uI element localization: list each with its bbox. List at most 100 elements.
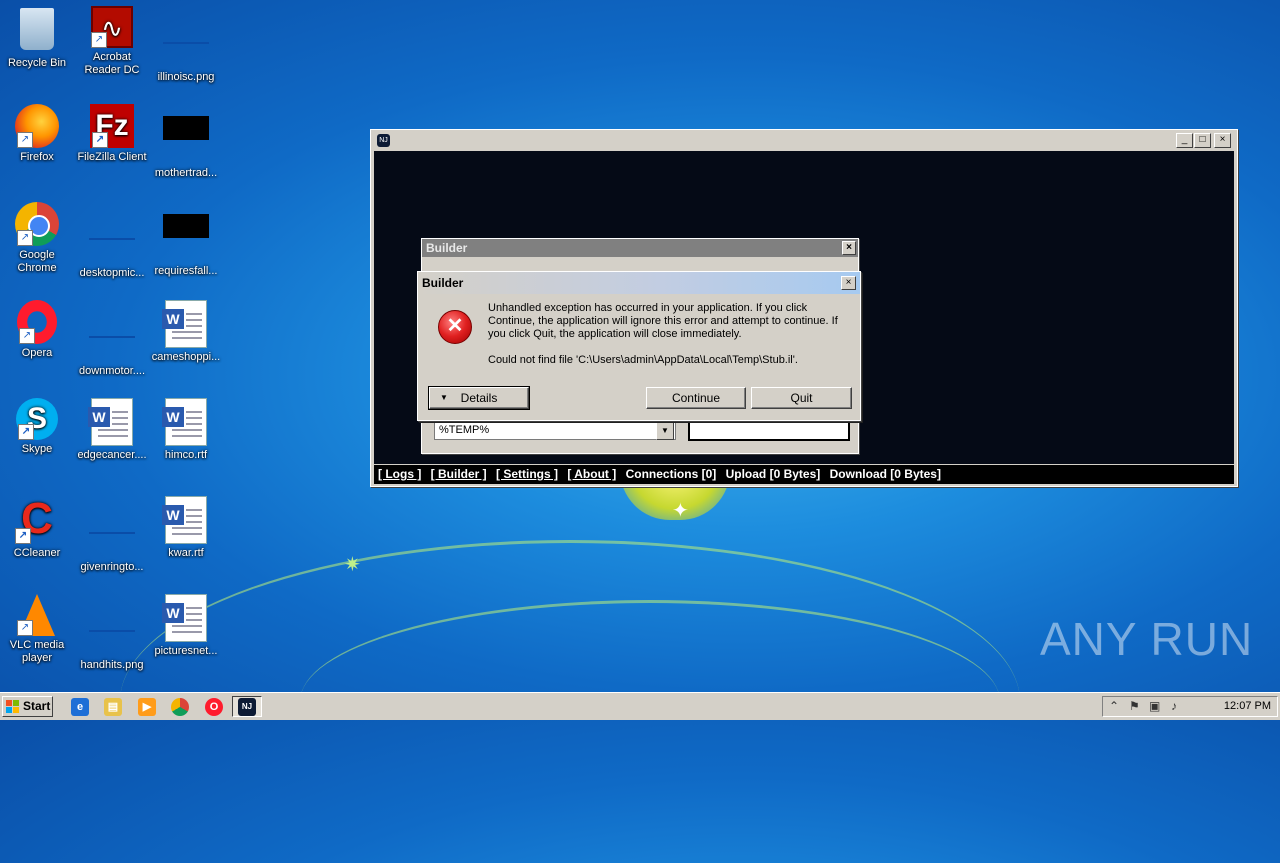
anyrun-watermark: ANY RUN [1040, 613, 1254, 665]
error-dialog-title: Builder [422, 276, 464, 290]
triangle-down-icon: ▼ [440, 393, 448, 402]
builder-close-button[interactable]: × [842, 241, 856, 255]
builder-link[interactable]: [ Builder ] [431, 467, 487, 481]
builder-window-titlebar[interactable]: Builder × [422, 239, 858, 257]
volume-icon[interactable]: ♪ [1171, 699, 1177, 713]
ccleaner-icon: C ↗ [13, 496, 61, 544]
shortcut-arrow-icon: ↗ [17, 230, 33, 246]
logs-link[interactable]: [ Logs ] [378, 467, 421, 481]
error-dialog-close-button[interactable]: × [841, 276, 856, 290]
network-icon[interactable]: ▣ [1149, 699, 1160, 713]
desktop-icon-picturesnet[interactable]: W picturesnet... [149, 594, 223, 658]
download-count: Download [0 Bytes] [829, 467, 941, 481]
desktop-icon-downmotor[interactable]: downmotor.... [75, 300, 149, 378]
system-tray: ⌃ ⚑ ▣ ♪ 12:07 PM [1102, 696, 1278, 717]
desktop-icon-recycle-bin[interactable]: Recycle Bin [0, 6, 74, 70]
firefox-icon: ↗ [15, 104, 59, 148]
media-player-icon[interactable]: ▶ [138, 698, 156, 716]
start-button[interactable]: Start [2, 696, 53, 717]
image-file-icon [88, 608, 136, 656]
app-taskbar-icon: NJ [238, 698, 256, 716]
status-bar: [ Logs ] [ Builder ] [ Settings ] [ Abou… [374, 465, 1234, 484]
desktop-icon-firefox[interactable]: ↗ Firefox [0, 104, 74, 164]
shortcut-arrow-icon: ↗ [91, 32, 107, 48]
shortcut-arrow-icon: ↗ [17, 620, 33, 636]
desktop-icon-acrobat[interactable]: ∿ ↗ Acrobat Reader DC [75, 6, 149, 77]
file-icon [88, 314, 136, 362]
shortcut-arrow-icon: ↗ [18, 424, 34, 440]
skype-icon: S ↗ [16, 398, 58, 440]
opera-icon: ↗ [17, 300, 57, 344]
show-hidden-icons-icon[interactable]: ⌃ [1109, 699, 1119, 713]
settings-link[interactable]: [ Settings ] [496, 467, 558, 481]
shortcut-arrow-icon: ↗ [17, 132, 33, 148]
about-link[interactable]: [ About ] [567, 467, 616, 481]
image-file-icon [162, 20, 210, 68]
continue-button[interactable]: Continue [646, 387, 746, 409]
word-document-icon: W [162, 496, 210, 544]
file-icon [162, 116, 210, 164]
minimize-button[interactable]: _ [1176, 133, 1193, 148]
builder-text-field[interactable] [688, 420, 850, 441]
windows-logo-icon [6, 700, 19, 713]
word-document-icon: W [88, 398, 136, 446]
image-file-icon [88, 216, 136, 264]
taskbar-app-button[interactable]: NJ [232, 696, 262, 717]
desktop-icon-edgecancer[interactable]: W edgecancer.... [75, 398, 149, 462]
shortcut-arrow-icon: ↗ [15, 528, 31, 544]
chrome-taskbar-icon[interactable] [171, 698, 189, 716]
upload-count: Upload [0 Bytes] [725, 467, 821, 481]
desktop-icon-filezilla[interactable]: Fz ↗ FileZilla Client [75, 104, 149, 164]
file-icon [162, 214, 210, 262]
internet-explorer-icon[interactable]: e [71, 698, 89, 716]
desktop-icon-opera[interactable]: ↗ Opera [0, 300, 74, 360]
desktop-icon-cameshoppi[interactable]: W cameshoppi... [149, 300, 223, 364]
desktop-icon-kwar[interactable]: W kwar.rtf [149, 496, 223, 560]
desktop-icon-desktopmic[interactable]: desktopmic... [75, 202, 149, 280]
desktop-icon-himco[interactable]: W himco.rtf [149, 398, 223, 462]
desktop-icon-handhits[interactable]: handhits.png [75, 594, 149, 672]
wallpaper-sparkle: ✷ [344, 554, 361, 576]
path-combobox[interactable]: %TEMP% ▼ [434, 420, 676, 440]
shortcut-arrow-icon: ↗ [92, 132, 108, 148]
error-detail-text: Could not find file 'C:\Users\admin\AppD… [488, 354, 798, 366]
word-document-icon: W [162, 398, 210, 446]
shortcut-arrow-icon: ↗ [19, 328, 35, 344]
word-document-icon: W [162, 300, 210, 348]
desktop-icon-requiresfall[interactable]: requiresfall... [149, 202, 223, 278]
desktop-icon-illinoisc[interactable]: illinoisc.png [149, 6, 223, 84]
close-button[interactable]: × [1214, 133, 1231, 148]
quit-button[interactable]: Quit [751, 387, 852, 409]
app-icon: NJ [377, 134, 390, 147]
error-message-text: Unhandled exception has occurred in your… [488, 302, 838, 340]
file-explorer-icon[interactable]: ▤ [104, 698, 122, 716]
error-dialog-titlebar[interactable]: Builder × [418, 272, 860, 294]
recycle-bin-icon [20, 8, 54, 50]
dropdown-arrow-icon[interactable]: ▼ [656, 422, 674, 440]
file-icon [88, 510, 136, 558]
word-document-icon: W [162, 594, 210, 642]
desktop-icon-mothertrad[interactable]: mothertrad... [149, 104, 223, 180]
wallpaper-sparkle: ✦ [672, 500, 689, 522]
action-center-flag-icon[interactable]: ⚑ [1129, 699, 1140, 713]
error-dialog[interactable]: Builder × ✕ Unhandled exception has occu… [417, 271, 861, 421]
details-button[interactable]: ▼ Details [428, 386, 530, 410]
desktop-icon-givenringto[interactable]: givenringto... [75, 496, 149, 574]
maximize-button[interactable]: □ [1194, 133, 1211, 148]
builder-window-title: Builder [426, 241, 468, 255]
filezilla-icon: Fz ↗ [90, 104, 134, 148]
chrome-icon: ↗ [15, 202, 59, 246]
vlc-icon: ↗ [17, 594, 55, 636]
desktop-icon-chrome[interactable]: ↗ Google Chrome [0, 202, 74, 275]
acrobat-icon: ∿ ↗ [91, 6, 133, 48]
main-window-titlebar[interactable]: NJ _ □ × [371, 130, 1237, 150]
desktop-icon-ccleaner[interactable]: C ↗ CCleaner [0, 496, 74, 560]
desktop-icon-vlc[interactable]: ↗ VLC media player [0, 594, 74, 665]
clock[interactable]: 12:07 PM [1224, 700, 1271, 712]
connections-count: Connections [0] [625, 467, 717, 481]
desktop-icon-skype[interactable]: S ↗ Skype [0, 398, 74, 456]
error-message: Unhandled exception has occurred in your… [488, 302, 838, 380]
opera-taskbar-icon[interactable]: O [205, 698, 223, 716]
taskbar: Start e ▤ ▶ O NJ ⌃ ⚑ ▣ ♪ 12:07 PM [0, 692, 1280, 720]
error-icon: ✕ [438, 310, 472, 344]
